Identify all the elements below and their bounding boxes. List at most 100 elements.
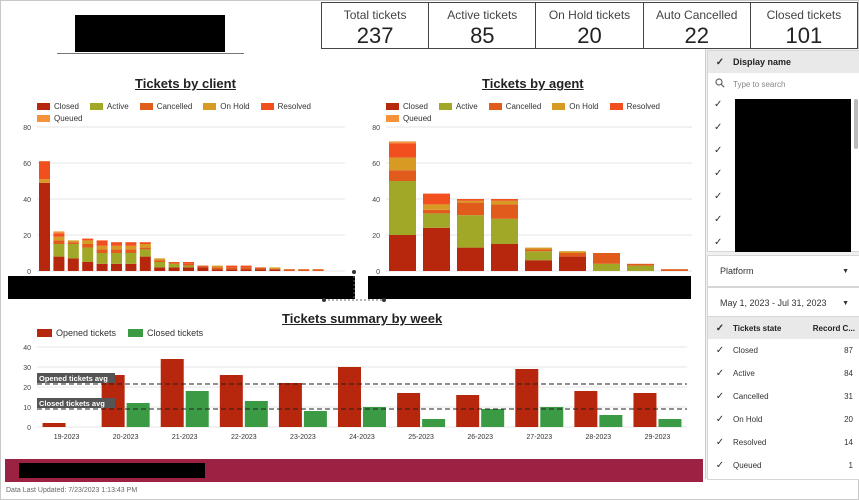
bar-segment-closed xyxy=(491,244,518,271)
y-tick-label: 10 xyxy=(23,405,31,412)
legend-item-opened-tickets[interactable]: Opened tickets xyxy=(37,328,116,338)
kpi-value: 237 xyxy=(356,23,394,48)
kpi-label: Auto Cancelled xyxy=(656,8,738,22)
legend-item-closed-tickets[interactable]: Closed tickets xyxy=(128,328,203,338)
bar-segment-cancelled xyxy=(240,267,252,270)
legend-label: Cancelled xyxy=(505,101,542,111)
date-range-filter[interactable]: May 1, 2023 - Jul 31, 2023 ▼ xyxy=(707,287,859,319)
bar-segment-on-hold xyxy=(39,179,50,183)
chart-tickets-summary-by-week[interactable]: 0 10 20 30 40 19-2023 20-2023 21-2023 22-2023 23-… xyxy=(15,340,695,448)
legend-item-cancelled[interactable]: Cancelled xyxy=(139,100,192,112)
bar-opened-tickets xyxy=(633,393,657,427)
bar-segment-closed xyxy=(226,269,238,271)
tickets-state-header[interactable]: ✓ Tickets state Record C... xyxy=(708,317,859,339)
checkbox-checked-icon[interactable]: ✓ xyxy=(714,168,728,191)
bar-segment-closed xyxy=(269,269,281,271)
scrollbar[interactable] xyxy=(854,99,858,149)
bar-segment-resolved xyxy=(125,242,137,246)
legend-label: Closed xyxy=(403,101,428,111)
legend-swatch xyxy=(37,329,52,337)
bar-segment-cancelled xyxy=(125,249,137,253)
bar-segment-cancelled xyxy=(183,263,194,266)
state-row-cancelled[interactable]: ✓ Cancelled 31 xyxy=(708,385,859,408)
state-count: 87 xyxy=(844,346,853,355)
platform-dropdown[interactable]: Platform ▼ xyxy=(708,256,859,286)
bar-segment-cancelled xyxy=(111,249,122,253)
y-tick-label: 20 xyxy=(23,385,31,392)
legend-item-resolved[interactable]: Resolved xyxy=(260,100,311,112)
bar-segment-active xyxy=(154,262,166,268)
bar-segment-resolved xyxy=(240,265,252,268)
date-range-label: May 1, 2023 - Jul 31, 2023 xyxy=(720,298,827,308)
bar-segment-active xyxy=(491,218,518,244)
state-count: 14 xyxy=(844,438,853,447)
bar-segment-closed xyxy=(559,256,586,271)
bar-segment-on-hold xyxy=(139,244,151,248)
checkbox-checked-icon: ✓ xyxy=(715,460,725,471)
legend-swatch xyxy=(37,102,50,110)
chart-tickets-by-client[interactable]: 0 20 40 60 80 xyxy=(15,120,350,280)
bar-segment-closed xyxy=(183,267,194,271)
bar-segment-on-hold xyxy=(154,258,166,261)
display-name-header[interactable]: ✓ Display name xyxy=(708,51,859,73)
state-row-active[interactable]: ✓ Active 84 xyxy=(708,362,859,385)
legend-item-on-hold[interactable]: On Hold xyxy=(203,100,250,112)
legend-tickets-summary: Opened tickets Closed tickets xyxy=(37,328,215,338)
logo-underline xyxy=(57,53,244,54)
chart-tickets-by-agent[interactable]: 020406080 xyxy=(364,120,694,280)
state-row-closed[interactable]: ✓ Closed 87 xyxy=(708,339,859,362)
tickets-state-filter: ✓ Tickets state Record C... ✓ Closed 87 ✓ A… xyxy=(707,316,859,480)
legend-swatch xyxy=(609,102,623,110)
kpi-label: Total tickets xyxy=(343,8,407,22)
legend-item-closed[interactable]: Closed xyxy=(37,100,79,112)
y-tick-label: 20 xyxy=(23,233,31,240)
bar-segment-cancelled xyxy=(298,269,310,271)
x-tick-label: 19-2023 xyxy=(54,434,80,441)
bar-segment-cancelled xyxy=(197,265,209,268)
bar-segment-active xyxy=(82,247,94,262)
state-row-queued[interactable]: ✓ Queued 1 xyxy=(708,454,859,477)
platform-filter[interactable]: Platform ▼ xyxy=(707,255,859,287)
state-row-on-hold[interactable]: ✓ On Hold 20 xyxy=(708,408,859,431)
bar-segment-cancelled xyxy=(53,240,65,244)
bar-segment-closed xyxy=(39,182,50,271)
bar-segment-cancelled xyxy=(423,209,450,214)
bar-segment-cancelled xyxy=(389,170,416,181)
legend-label: Resolved xyxy=(277,101,311,111)
state-count: 20 xyxy=(844,415,853,424)
bar-segment-cancelled xyxy=(168,262,180,264)
bar-opened-tickets xyxy=(219,375,243,427)
checkbox-checked-icon[interactable]: ✓ xyxy=(714,122,728,145)
legend-label: Closed tickets xyxy=(147,328,204,338)
y-tick-label: 40 xyxy=(23,197,31,204)
legend-item-active[interactable]: Active xyxy=(89,100,129,112)
connector-dot xyxy=(322,298,326,302)
checkbox-checked-icon[interactable]: ✓ xyxy=(714,145,728,168)
legend-item-resolved[interactable]: Resolved xyxy=(609,100,660,112)
date-range-dropdown[interactable]: May 1, 2023 - Jul 31, 2023 ▼ xyxy=(708,288,859,318)
checkbox-checked-icon[interactable]: ✓ xyxy=(714,99,728,122)
checkbox-checked-icon[interactable]: ✓ xyxy=(714,214,728,237)
bar-segment-on-hold xyxy=(125,245,137,250)
legend-swatch xyxy=(128,329,144,337)
checkbox-checked-icon[interactable]: ✓ xyxy=(714,191,728,214)
filter-sidebar: ✓ Display name Type to search ✓ ✓ ✓ ✓ ✓ … xyxy=(705,49,859,480)
data-last-updated: Data Last Updated: 7/23/2023 1:13:43 PM xyxy=(6,487,138,494)
legend-swatch xyxy=(260,102,274,110)
state-count: 1 xyxy=(848,461,853,470)
legend-item-closed[interactable]: Closed xyxy=(386,100,428,112)
kpi-label: On Hold tickets xyxy=(548,8,631,22)
bar-opened-tickets xyxy=(397,393,421,427)
bar-opened-tickets xyxy=(515,369,539,427)
display-name-search[interactable]: Type to search xyxy=(708,73,859,95)
bar-segment-resolved xyxy=(39,161,50,180)
bar-segment-active xyxy=(627,265,654,271)
state-row-resolved[interactable]: ✓ Resolved 14 xyxy=(708,431,859,454)
legend-item-cancelled[interactable]: Cancelled xyxy=(488,100,542,112)
legend-item-active[interactable]: Active xyxy=(438,100,478,112)
bar-segment-on-hold xyxy=(491,200,518,205)
legend-item-on-hold[interactable]: On Hold xyxy=(552,100,599,112)
bar-segment-closed xyxy=(389,235,416,271)
legend-swatch xyxy=(386,102,399,110)
bar-segment-cancelled xyxy=(491,204,518,219)
